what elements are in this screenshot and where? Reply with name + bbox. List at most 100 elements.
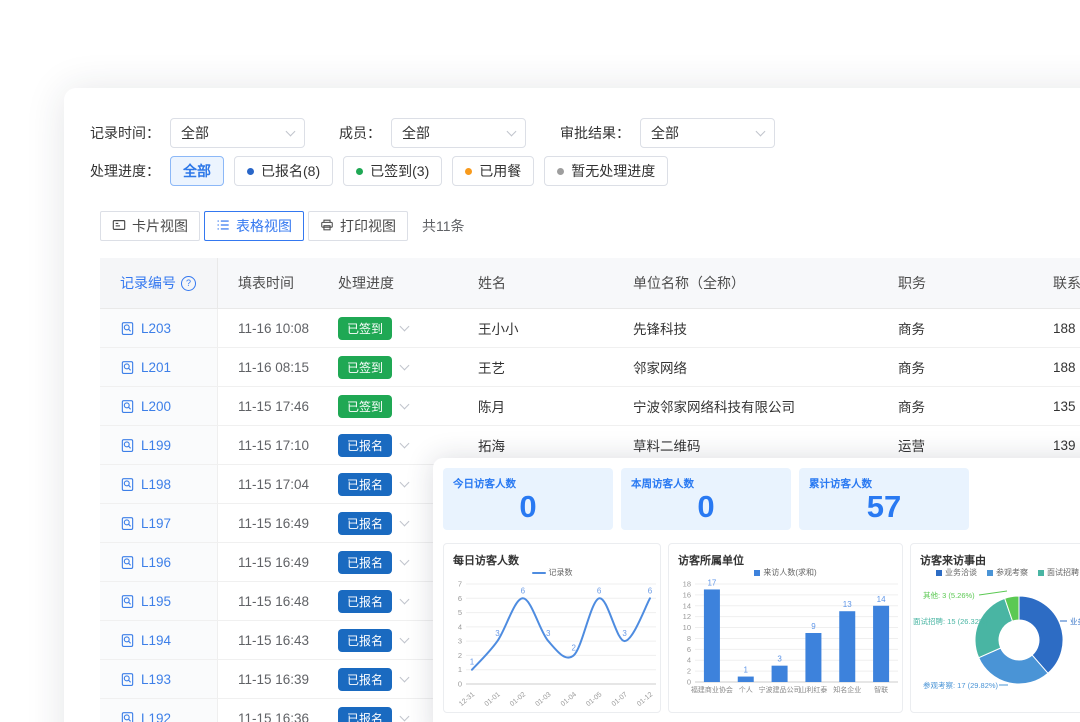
record-id-cell[interactable]: L193 — [100, 660, 218, 698]
record-preview-icon — [120, 399, 135, 414]
svg-text:其他: 3 (5.26%): 其他: 3 (5.26%) — [923, 590, 975, 600]
record-preview-icon — [120, 711, 135, 722]
progress-filter-option[interactable]: 已签到(3) — [343, 156, 442, 186]
chevron-down-icon — [756, 127, 766, 137]
status-badge: 已报名 — [338, 629, 392, 652]
progress-filter-option[interactable]: 已用餐 — [452, 156, 534, 186]
select-value: 全部 — [181, 123, 209, 143]
column-header-label: 姓名 — [478, 273, 506, 293]
svg-text:9: 9 — [811, 622, 816, 631]
progress-filter-option[interactable]: 已报名(8) — [234, 156, 333, 186]
svg-text:12: 12 — [683, 612, 691, 621]
table-row: L20111-16 08:15已签到王艺邻家网络商务188 — [100, 348, 1080, 387]
record-id-cell[interactable]: L201 — [100, 348, 218, 386]
phone-cell: 188 — [1033, 309, 1080, 347]
chevron-down-icon — [400, 517, 410, 527]
help-icon[interactable]: ? — [181, 276, 196, 291]
status-badge: 已报名 — [338, 512, 392, 535]
record-id-cell[interactable]: L192 — [100, 699, 218, 722]
svg-text:01-05: 01-05 — [585, 691, 603, 708]
legend-item: 参观考察 — [987, 567, 1028, 578]
job-cell: 商务 — [878, 348, 1033, 386]
name-cell: 王艺 — [458, 348, 613, 386]
filter-group: 记录时间： 全部 — [90, 118, 305, 148]
view-button[interactable]: 卡片视图 — [100, 211, 200, 241]
status-badge: 已报名 — [338, 551, 392, 574]
progress-filter-label: 已报名(8) — [261, 161, 320, 181]
chart-legend: 记录数 — [444, 567, 660, 578]
record-id-cell[interactable]: L194 — [100, 621, 218, 659]
svg-text:面试招聘: 15 (26.32%): 面试招聘: 15 (26.32%) — [913, 616, 989, 626]
view-button-label: 卡片视图 — [132, 216, 188, 236]
svg-text:山利红泰: 山利红泰 — [799, 685, 827, 694]
column-header: 记录编号? — [100, 258, 218, 308]
status-dot-icon — [356, 168, 363, 175]
progress-filter-label: 已签到(3) — [370, 161, 429, 181]
chevron-down-icon — [400, 322, 410, 332]
record-id-cell[interactable]: L196 — [100, 543, 218, 581]
filter-select[interactable]: 全部 — [170, 118, 305, 148]
record-id-cell[interactable]: L199 — [100, 426, 218, 464]
status-dot-icon — [465, 168, 472, 175]
fill-time-cell: 11-15 17:04 — [218, 465, 318, 503]
phone-cell: 135 — [1033, 387, 1080, 425]
stat-card-value: 57 — [799, 489, 969, 525]
table-row: L20311-16 10:08已签到王小小先锋科技商务188 — [100, 309, 1080, 348]
view-button-label: 表格视图 — [236, 216, 292, 236]
filter-label: 记录时间： — [90, 123, 160, 143]
company-cell: 宁波邻家网络科技有限公司 — [613, 387, 878, 425]
progress-filter-option[interactable]: 全部 — [170, 156, 224, 186]
record-id-cell[interactable]: L195 — [100, 582, 218, 620]
view-toolbar: 卡片视图表格视图打印视图 共11条 — [100, 210, 1080, 242]
filter-label: 成员： — [339, 123, 381, 143]
progress-filter-label: 暂无处理进度 — [571, 161, 655, 181]
record-id: L200 — [141, 399, 171, 414]
status-dot-icon — [247, 168, 254, 175]
job-cell: 商务 — [878, 309, 1033, 347]
filter-select[interactable]: 全部 — [391, 118, 526, 148]
table-header-row: 记录编号?填表时间处理进度姓名单位名称（全称）职务联系 — [100, 258, 1080, 309]
record-id: L201 — [141, 360, 171, 375]
fill-time-cell: 11-15 17:46 — [218, 387, 318, 425]
bar-chart-plot: 02468101214161817福建商业协会1个人3宁波建品公司9山利红泰13… — [669, 578, 904, 714]
filter-group: 审批结果：全部 — [560, 118, 775, 148]
filter-select[interactable]: 全部 — [640, 118, 775, 148]
record-id-cell[interactable]: L197 — [100, 504, 218, 542]
column-header: 处理进度 — [318, 258, 458, 308]
view-button[interactable]: 表格视图 — [204, 211, 304, 241]
legend-swatch-icon — [987, 570, 993, 576]
record-id-cell[interactable]: L200 — [100, 387, 218, 425]
status-dropdown[interactable]: 已签到 — [318, 387, 458, 425]
svg-text:4: 4 — [687, 656, 691, 665]
status-badge: 已签到 — [338, 395, 392, 418]
record-id: L192 — [141, 711, 171, 722]
record-id-cell[interactable]: L198 — [100, 465, 218, 503]
chevron-down-icon — [286, 127, 296, 137]
chart-cards: 每日访客人数记录数01234567112-31301-01601-02301-0… — [433, 530, 1080, 713]
visit-reason-donut-chart: 访客来访事由业务洽谈参观考察面试招聘其他其他: 3 (5.26%)面试招聘: 1… — [910, 543, 1080, 713]
visitor-dashboard-overlay: 今日访客人数0本周访客人数0累计访客人数57 每日访客人数记录数01234567… — [433, 458, 1080, 722]
status-dropdown[interactable]: 已签到 — [318, 348, 458, 386]
svg-text:知名企业: 知名企业 — [833, 685, 861, 694]
svg-text:6: 6 — [521, 586, 526, 595]
svg-text:13: 13 — [843, 600, 852, 609]
legend-swatch-icon — [1038, 570, 1044, 576]
column-header-label: 职务 — [898, 273, 926, 293]
record-id-cell[interactable]: L203 — [100, 309, 218, 347]
progress-filter-option[interactable]: 暂无处理进度 — [544, 156, 668, 186]
column-header: 职务 — [878, 258, 1033, 308]
svg-text:福建商业协会: 福建商业协会 — [691, 685, 733, 694]
fill-time: 11-15 16:43 — [238, 633, 309, 648]
progress-filter-label: 已用餐 — [479, 161, 521, 181]
record-id: L199 — [141, 438, 171, 453]
name-cell: 王小小 — [458, 309, 613, 347]
svg-text:18: 18 — [683, 580, 691, 589]
svg-text:2: 2 — [458, 651, 462, 660]
column-header-label: 处理进度 — [338, 273, 394, 293]
fill-time-cell: 11-16 10:08 — [218, 309, 318, 347]
status-dropdown[interactable]: 已签到 — [318, 309, 458, 347]
view-button[interactable]: 打印视图 — [308, 211, 408, 241]
record-preview-icon — [120, 477, 135, 492]
legend-item: 面试招聘 — [1038, 567, 1079, 578]
fill-time-cell: 11-15 16:39 — [218, 660, 318, 698]
